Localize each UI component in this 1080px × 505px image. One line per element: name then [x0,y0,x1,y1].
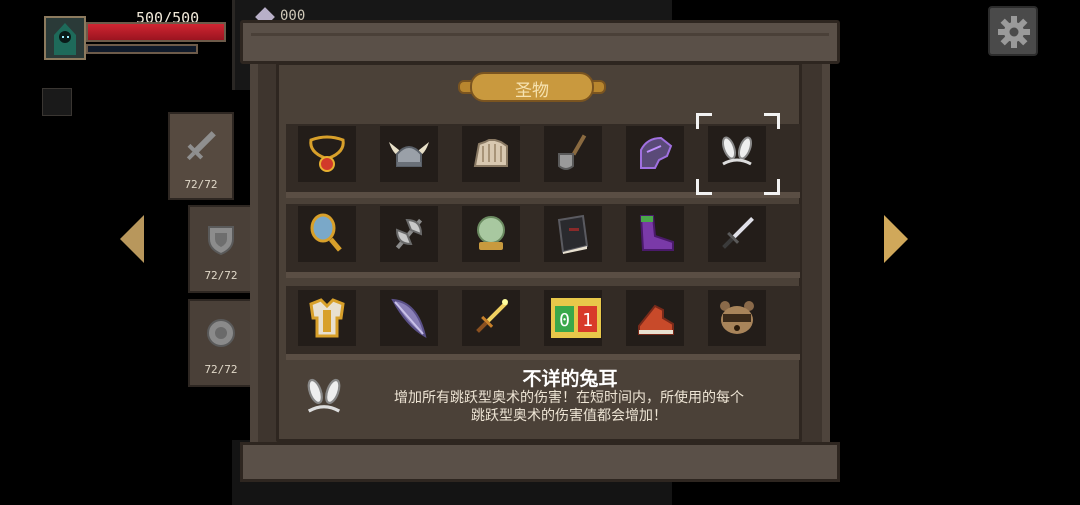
amulet-icon [309,135,345,172]
relic-description: 增加所有跳跃型奥术的伤害！在短时间内，所使用的每个 跳跃型奥术的伤害值都会增加！ [354,389,784,425]
relic-slot-spellbook[interactable] [544,206,602,262]
category-count: 72/72 [184,178,218,191]
sword-icon [186,131,216,161]
raccoon-mask-icon [720,301,754,334]
minimap-button[interactable] [42,88,72,116]
viking-helmet-icon [389,142,429,167]
relic-slot-hand-mirror[interactable] [298,206,356,262]
calendar-digit-right: 1 [582,310,593,331]
calendar-icon: 0 1 [551,298,601,338]
bunny-ears-icon [307,378,341,413]
red-boot-icon [638,304,674,335]
relic-slot-claw-glove[interactable] [462,126,520,182]
category-count: 72/72 [204,269,238,282]
shield-icon [208,226,234,256]
previous-page-arrow[interactable] [120,215,144,263]
relic-slot-raccoon-mask[interactable] [708,290,766,346]
dagger-icon [722,217,754,249]
relic-slot-golden-armor[interactable] [298,290,356,346]
relic-slot-shovel[interactable] [544,126,602,182]
hand-mirror-icon [310,213,342,252]
hp-bar [86,22,226,42]
relic-slot-crystal-orb[interactable] [462,206,520,262]
relic-slot-golden-dagger[interactable] [462,290,520,346]
category-count: 72/72 [204,363,238,376]
player-portrait [44,16,86,60]
cabinet-base [240,442,840,482]
crystal-orb-icon [477,216,505,250]
selection-cursor [696,113,780,195]
medallion-icon [207,319,235,347]
feather-icon [391,298,427,338]
relic-slot-feather[interactable] [380,290,438,346]
purple-gauntlet-icon [640,136,673,169]
settings-button[interactable] [988,6,1038,56]
relic-slot-red-boot[interactable] [626,290,684,346]
panel-title-plate: 圣物 [458,68,606,106]
relic-description-line-2: 跳跃型奥术的伤害值都会增加！ [471,408,667,424]
panel-title: 圣物 [515,81,549,101]
relic-slot-dagger[interactable] [708,206,766,262]
calendar-digit-left: 0 [559,310,570,331]
claw-glove-icon [473,139,508,167]
golden-dagger-icon [476,299,508,333]
relic-slot-amulet[interactable] [298,126,356,182]
relic-description-line-1: 增加所有跳跃型奥术的伤害！在短时间内，所使用的每个 [394,390,744,406]
category-tab-armor[interactable]: 72/72 [188,205,254,293]
category-tab-weapons[interactable]: 72/72 [168,112,234,200]
gear-icon [998,16,1030,48]
relic-slot-battle-axe[interactable] [380,206,438,262]
relic-slot-calendar[interactable]: 0 1 [544,290,602,346]
golden-armor-icon [309,298,345,338]
relic-slot-viking-helmet[interactable] [380,126,438,182]
next-page-arrow[interactable] [884,215,908,263]
shovel-icon [558,134,587,170]
relic-slot-purple-gauntlet[interactable] [626,126,684,182]
purple-boot-icon [639,215,674,251]
hp-bar-fill [88,24,224,40]
relic-name: 不详的兔耳 [522,368,618,390]
relic-slot-purple-boot[interactable] [626,206,684,262]
spellbook-icon [557,214,589,254]
cabinet-top-trim [240,20,840,64]
category-tab-relics[interactable]: 72/72 [188,299,254,387]
battle-axe-icon [395,218,423,250]
hooded-figure-icon [54,23,76,55]
mana-bar [86,44,198,54]
